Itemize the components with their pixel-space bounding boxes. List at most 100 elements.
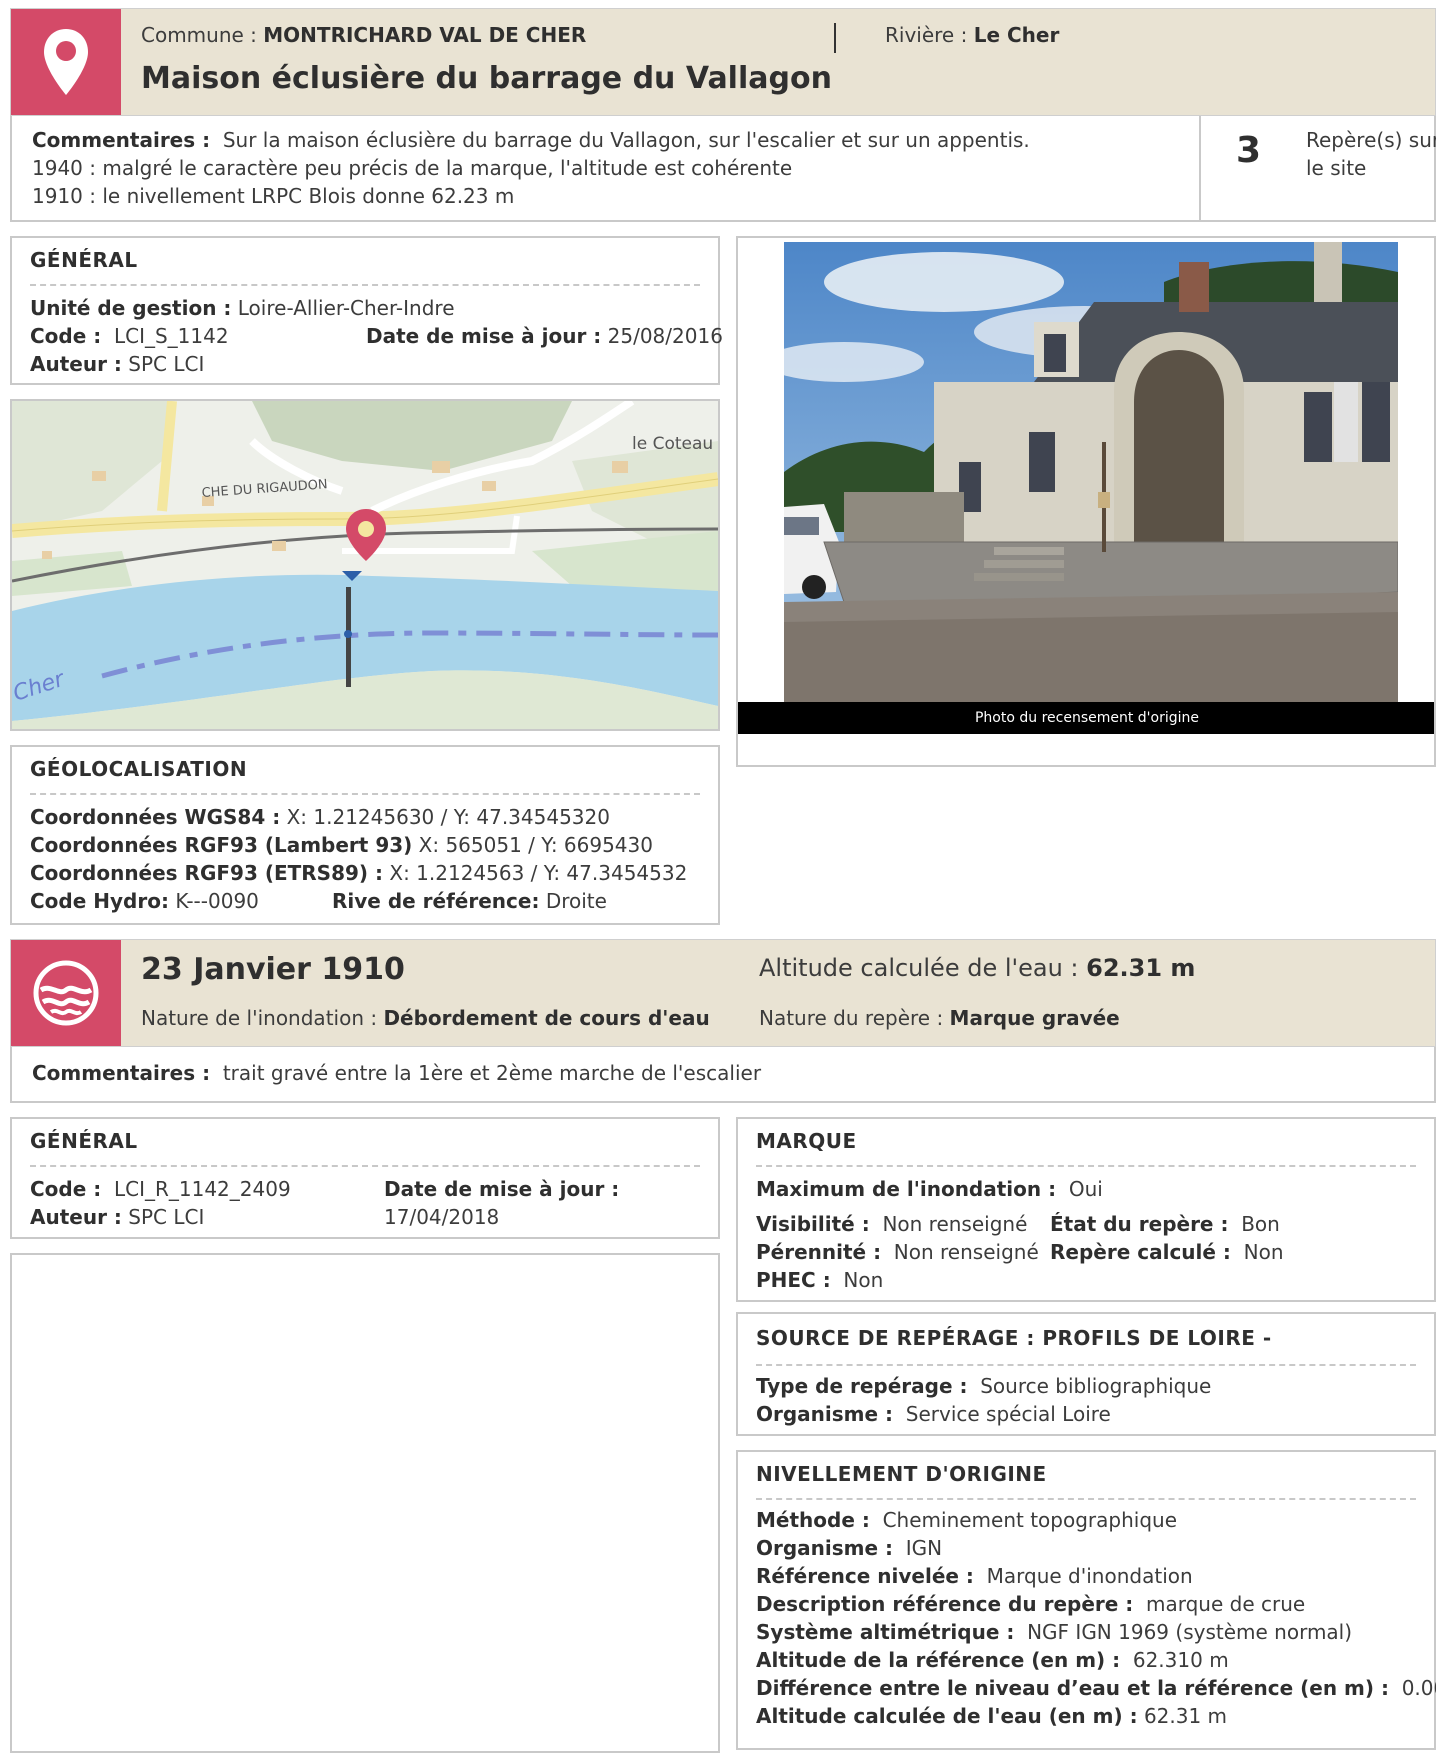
divider bbox=[756, 1364, 1416, 1366]
max-line: Maximum de l'inondation : Oui bbox=[756, 1177, 1103, 1201]
location-pin-icon bbox=[44, 29, 88, 95]
repere-code-line: Code : LCI_R_1142_2409 bbox=[30, 1177, 291, 1201]
niv-row: Différence entre le niveau d’eau et la r… bbox=[756, 1676, 1436, 1700]
event-comments-label: Commentaires : bbox=[32, 1061, 211, 1085]
niv-row-value: NGF IGN 1969 (système normal) bbox=[1027, 1620, 1353, 1644]
location-map[interactable]: le Coteau CHE DU RIGAUDON Cher bbox=[10, 399, 720, 731]
site-title: Maison éclusière du barrage du Vallagon bbox=[141, 61, 832, 96]
site-comment-1: Commentaires : Sur la maison éclusière d… bbox=[32, 128, 1030, 152]
map-label-coteau: le Coteau bbox=[632, 434, 713, 454]
calc-line: Repère calculé : Non bbox=[1050, 1240, 1284, 1264]
auteur-line: Auteur : SPC LCI bbox=[30, 352, 204, 376]
calc-label: Repère calculé : bbox=[1050, 1240, 1231, 1264]
repere-auteur-line: Auteur : SPC LCI bbox=[30, 1205, 204, 1229]
niv-row-value: 62.31 m bbox=[1143, 1704, 1228, 1728]
date-value: 25/08/2016 bbox=[607, 324, 723, 348]
repere-auteur-value: SPC LCI bbox=[128, 1205, 205, 1229]
geoloc-box: GÉOLOCALISATION Coordonnées WGS84 : X: 1… bbox=[10, 745, 720, 925]
general-site-title: GÉNÉRAL bbox=[30, 248, 138, 272]
map-canvas: le Coteau CHE DU RIGAUDON Cher bbox=[12, 401, 718, 729]
unite-label: Unité de gestion : bbox=[30, 296, 232, 320]
repere-count-label-2: le site bbox=[1306, 156, 1367, 180]
site-comments-box: Commentaires : Sur la maison éclusière d… bbox=[10, 116, 1436, 222]
event-comments-box: Commentaires : trait gravé entre la 1ère… bbox=[10, 1047, 1436, 1103]
source-org-label: Organisme : bbox=[756, 1402, 894, 1426]
per-label: Pérennité : bbox=[756, 1240, 882, 1264]
source-type-value: Source bibliographique bbox=[980, 1374, 1212, 1398]
marque-title: MARQUE bbox=[756, 1129, 857, 1153]
unite-value: Loire-Allier-Cher-Indre bbox=[237, 296, 455, 320]
wgs-label: Coordonnées WGS84 : bbox=[30, 805, 281, 829]
niv-row: Altitude de la référence (en m) : 62.310… bbox=[756, 1648, 1229, 1672]
nature-line: Nature de l'inondation : Débordement de … bbox=[141, 1006, 710, 1030]
code-value: LCI_S_1142 bbox=[113, 324, 229, 348]
auteur-label: Auteur : bbox=[30, 352, 122, 376]
repere-nature-line: Nature du repère : Marque gravée bbox=[759, 1006, 1120, 1030]
repere-photo-placeholder bbox=[10, 1253, 720, 1753]
niv-row: Système altimétrique : NGF IGN 1969 (sys… bbox=[756, 1620, 1352, 1644]
nature-label: Nature de l'inondation : bbox=[141, 1006, 378, 1030]
unite-line: Unité de gestion : Loire-Allier-Cher-Ind… bbox=[30, 296, 455, 320]
repere-date-label-line: Date de mise à jour : bbox=[384, 1177, 619, 1201]
source-title: SOURCE DE REPÉRAGE : PROFILS DE LOIRE - bbox=[756, 1326, 1272, 1350]
repere-auteur-label: Auteur : bbox=[30, 1205, 122, 1229]
event-header: 23 Janvier 1910 Nature de l'inondation :… bbox=[10, 939, 1436, 1047]
photo-box: Photo du recensement d'origine bbox=[736, 236, 1436, 767]
repere-nature-label: Nature du repère : bbox=[759, 1006, 944, 1030]
phec-line: PHEC : Non bbox=[756, 1268, 883, 1292]
site-comment-2: 1940 : malgré le caractère peu précis de… bbox=[32, 156, 793, 180]
repere-code-value: LCI_R_1142_2409 bbox=[113, 1177, 291, 1201]
wgs-line: Coordonnées WGS84 : X: 1.21245630 / Y: 4… bbox=[30, 805, 610, 829]
flood-wave-icon bbox=[33, 960, 99, 1026]
per-value: Non renseigné bbox=[893, 1240, 1039, 1264]
event-comment-line: Commentaires : trait gravé entre la 1ère… bbox=[32, 1061, 761, 1085]
divider bbox=[30, 793, 700, 795]
source-org-line: Organisme : Service spécial Loire bbox=[756, 1402, 1111, 1426]
max-label: Maximum de l'inondation : bbox=[756, 1177, 1057, 1201]
lambert-value: X: 565051 / Y: 6695430 bbox=[418, 833, 653, 857]
site-photo[interactable] bbox=[784, 242, 1398, 702]
code-line: Code : LCI_S_1142 bbox=[30, 324, 229, 348]
calc-value: Non bbox=[1243, 1240, 1284, 1264]
niv-row-value: Marque d'inondation bbox=[986, 1564, 1193, 1588]
vis-line: Visibilité : Non renseigné bbox=[756, 1212, 1027, 1236]
niv-row-value: IGN bbox=[905, 1536, 943, 1560]
source-type-label: Type de repérage : bbox=[756, 1374, 968, 1398]
header-divider bbox=[834, 23, 836, 53]
phec-value: Non bbox=[843, 1268, 884, 1292]
date-label: Date de mise à jour : bbox=[366, 324, 602, 348]
divider bbox=[756, 1498, 1416, 1500]
site-pin-block bbox=[11, 9, 121, 115]
hydro-line: Code Hydro: K---0090 bbox=[30, 889, 259, 913]
wgs-value: X: 1.21245630 / Y: 47.34545320 bbox=[286, 805, 610, 829]
etrs-label: Coordonnées RGF93 (ETRS89) : bbox=[30, 861, 384, 885]
rive-line: Rive de référence: Droite bbox=[332, 889, 607, 913]
altitude-value: 62.31 m bbox=[1086, 954, 1196, 982]
photo-caption-bar: Photo du recensement d'origine bbox=[738, 702, 1434, 734]
source-box: SOURCE DE REPÉRAGE : PROFILS DE LOIRE - … bbox=[736, 1312, 1436, 1436]
source-type-line: Type de repérage : Source bibliographiqu… bbox=[756, 1374, 1211, 1398]
altitude-line: Altitude calculée de l'eau : 62.31 m bbox=[759, 954, 1195, 982]
event-date: 23 Janvier 1910 bbox=[141, 952, 405, 987]
niv-row-label: Référence nivelée : bbox=[756, 1564, 974, 1588]
niv-row-label: Organisme : bbox=[756, 1536, 894, 1560]
repere-code-label: Code : bbox=[30, 1177, 102, 1201]
niv-row: Altitude calculée de l'eau (en m) : 62.3… bbox=[756, 1704, 1227, 1728]
repere-count: 3 bbox=[1236, 130, 1262, 171]
altitude-label: Altitude calculée de l'eau : bbox=[759, 954, 1079, 982]
niv-row-value: 0.000 m bbox=[1401, 1676, 1436, 1700]
commune-label: Commune : bbox=[141, 23, 257, 47]
niv-row: Méthode : Cheminement topographique bbox=[756, 1508, 1177, 1532]
etrs-value: X: 1.2124563 / Y: 47.3454532 bbox=[389, 861, 688, 885]
divider bbox=[30, 1165, 700, 1167]
lambert-label: Coordonnées RGF93 (Lambert 93) bbox=[30, 833, 413, 857]
divider bbox=[756, 1165, 1416, 1167]
marque-box: MARQUE Maximum de l'inondation : Oui Vis… bbox=[736, 1117, 1436, 1302]
niv-row-label: Altitude calculée de l'eau (en m) : bbox=[756, 1704, 1138, 1728]
lambert-line: Coordonnées RGF93 (Lambert 93) X: 565051… bbox=[30, 833, 653, 857]
rive-value: Droite bbox=[545, 889, 607, 913]
event-comments-value: trait gravé entre la 1ère et 2ème marche… bbox=[222, 1061, 762, 1085]
hydro-label: Code Hydro: bbox=[30, 889, 169, 913]
nivellement-box: NIVELLEMENT D'ORIGINE Méthode : Cheminem… bbox=[736, 1450, 1436, 1750]
riviere-line: Rivière : Le Cher bbox=[885, 23, 1059, 47]
